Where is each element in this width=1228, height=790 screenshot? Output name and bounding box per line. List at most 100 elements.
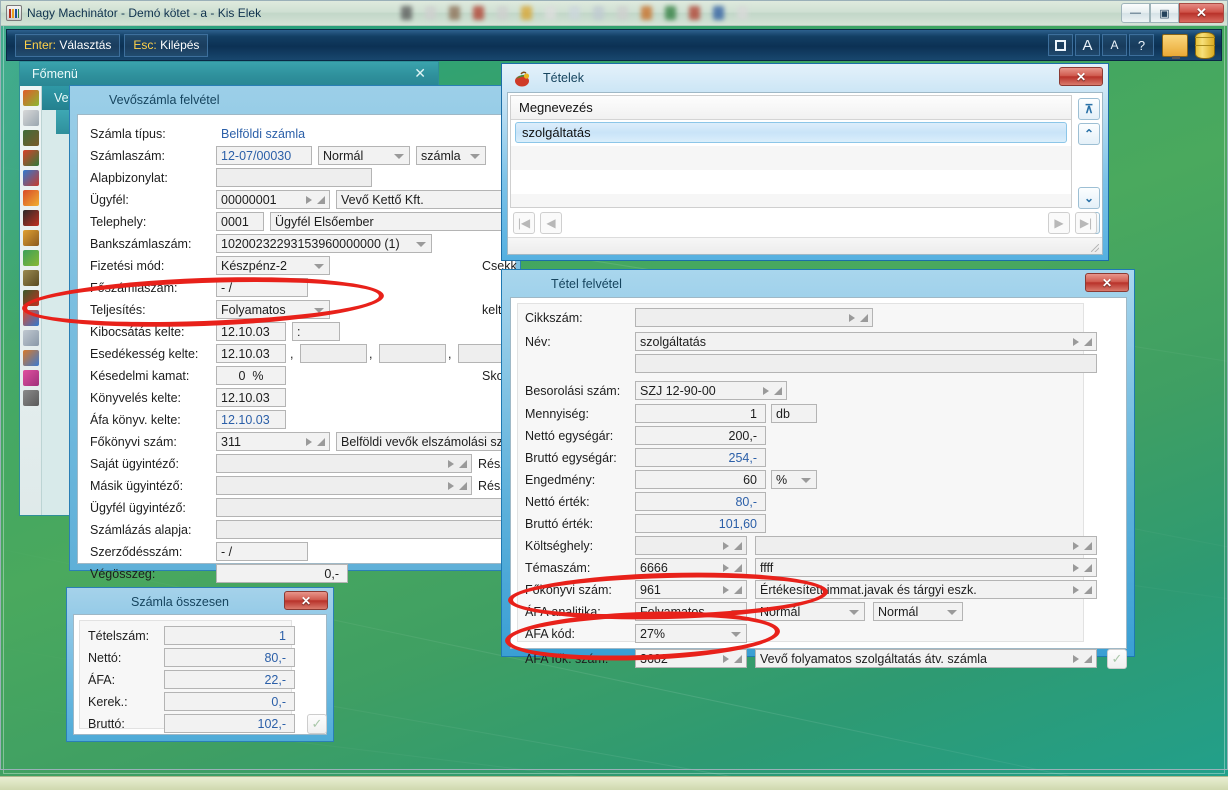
field-mennyiseg-egyseg[interactable]: db [771,404,817,423]
field-nev-second-line[interactable] [635,354,1097,373]
combo-afa-analitika-2[interactable]: Normál [755,602,865,621]
field-brutto[interactable]: 102,- [164,714,295,733]
maximize-button[interactable]: ▣ [1150,3,1179,23]
scroll-pagedown-button[interactable]: ⌄ [1078,187,1100,209]
field-koltseghely-kod[interactable] [635,536,747,555]
menu-icon[interactable] [23,390,39,406]
field-kesedelmi-kamat[interactable]: 0 % [216,366,286,385]
field-esedekesseg-3[interactable] [379,344,446,363]
field-foszamlaszam[interactable]: - / [216,278,308,297]
combo-szamlaszam-tipus[interactable]: Normál [318,146,410,165]
field-besorolasi-szam[interactable]: SZJ 12-90-00 [635,381,787,400]
field-ugyfel-nev[interactable]: Vevő Kettő Kft. [336,190,521,209]
field-afa-konyv-kelte[interactable]: 12.10.03 [216,410,286,429]
nav-last-button[interactable]: ▶| [1075,212,1097,234]
menu-icon[interactable] [23,130,39,146]
main-title-bar[interactable]: Nagy Machinátor - Demó kötet - a - Kis E… [1,1,1227,26]
tetelek-close-button[interactable]: ✕ [1059,67,1103,86]
combo-afa-kod[interactable]: 27% [635,624,747,643]
menu-icon[interactable] [23,330,39,346]
field-kibocsatas-ido[interactable]: : [292,322,340,341]
menu-icon[interactable] [23,210,39,226]
nav-first-button[interactable]: |◀ [513,212,535,234]
field-masik-ugyintezo[interactable] [216,476,472,495]
combo-afa-analitika-3[interactable]: Normál [873,602,963,621]
field-mennyiseg[interactable]: 1 [635,404,766,423]
field-nev[interactable]: szolgáltatás [635,332,1097,351]
help-button[interactable]: ? [1129,34,1154,56]
field-fokonyvi-szam[interactable]: 311 [216,432,330,451]
field-kerek[interactable]: 0,- [164,692,295,711]
field-szerzodesszam[interactable]: - / [216,542,308,561]
taskbar[interactable] [0,776,1228,790]
menu-icon[interactable] [23,270,39,286]
field-netto-ertek[interactable]: 80,- [635,492,766,511]
tetelfelvetel-close-button[interactable]: ✕ [1085,273,1129,292]
scroll-pageup-button[interactable]: ⌃ [1078,123,1100,145]
field-brutto-ertek[interactable]: 101,60 [635,514,766,533]
field-engedmeny[interactable]: 60 [635,470,766,489]
field-fokonyvi-szam-nev[interactable]: Értékesített immat.javak és tárgyi eszk. [755,580,1097,599]
osszesen-close-button[interactable]: ✕ [284,591,328,610]
fomenu-close-icon[interactable]: ✕ [414,65,426,82]
field-afa[interactable]: 22,- [164,670,295,689]
menu-icon[interactable] [23,170,39,186]
field-kibocsatas-kelte[interactable]: 12.10.03 [216,322,286,341]
menu-icon[interactable] [23,230,39,246]
font-small-button[interactable]: A [1102,34,1127,56]
field-vegosszeg[interactable]: 0,- [216,564,348,583]
menu-icon[interactable] [23,90,39,106]
nav-prev-button[interactable]: ◀ [540,212,562,234]
field-netto[interactable]: 80,- [164,648,295,667]
tetelfelvetel-ok-button[interactable]: ✓ [1107,649,1127,669]
field-ugyfel-ugyintezo[interactable] [216,498,521,517]
field-cikkszam[interactable] [635,308,873,327]
tetelek-title-bar[interactable]: Tételek [503,65,1107,91]
font-large-button[interactable]: A [1075,34,1100,56]
minimize-button[interactable]: — [1121,3,1150,23]
combo-afa-analitika[interactable]: Folyamatos [635,602,747,621]
osszesen-ok-button[interactable]: ✓ [307,714,327,734]
field-konyveles-kelte[interactable]: 12.10.03 [216,388,286,407]
field-ugyfel-kod[interactable]: 00000001 [216,190,330,209]
combo-bankszamlaszam[interactable]: 10200232293153960000000 (1) [216,234,432,253]
scroll-top-button[interactable]: ⊼ [1078,98,1100,120]
menu-icon[interactable] [23,150,39,166]
monitor-icon[interactable] [1162,34,1188,57]
field-koltseghely-nev[interactable] [755,536,1097,555]
combo-engedmeny-egyseg[interactable]: % [771,470,817,489]
field-alapbizonylat[interactable] [216,168,372,187]
field-afa-fok-szam-nev[interactable]: Vevő folyamatos szolgáltatás átv. számla [755,649,1097,668]
field-afa-fok-szam-kod[interactable]: 3682 [635,649,747,668]
combo-fizetesi-mod[interactable]: Készpénz-2 [216,256,330,275]
menu-icon[interactable] [23,190,39,206]
field-temaszam-nev[interactable]: ffff [755,558,1097,577]
database-icon[interactable] [1195,32,1215,59]
field-fokonyvi-szam-kod[interactable]: 961 [635,580,747,599]
table-row[interactable]: szolgáltatás [515,122,1067,143]
nav-next-button[interactable]: ▶ [1048,212,1070,234]
fomenu-title-bar[interactable]: Főmenü ✕ [20,62,438,86]
field-tetelszam[interactable]: 1 [164,626,295,645]
menu-icon[interactable] [23,310,39,326]
field-szamlazas-alapja[interactable] [216,520,521,539]
field-telephely-nev[interactable]: Ügyfél Elsőember [270,212,521,231]
vevoszamla-title-bar[interactable]: Vevőszámla felvétel [71,87,519,113]
close-button[interactable]: ✕ [1179,3,1224,23]
menu-icon[interactable] [23,250,39,266]
menu-icon[interactable] [23,290,39,306]
menu-esc-kilepes[interactable]: Esc: Kilépés [124,34,208,57]
combo-teljesites[interactable]: Folyamatos [216,300,330,319]
tetelfelvetel-title-bar[interactable]: Tétel felvétel [503,271,1133,297]
field-netto-egysegar[interactable]: 200,- [635,426,766,445]
menu-icon[interactable] [23,110,39,126]
field-brutto-egysegar[interactable]: 254,- [635,448,766,467]
square-button[interactable] [1048,34,1073,56]
field-esedekesseg-2[interactable] [300,344,367,363]
menu-icon[interactable] [23,370,39,386]
field-temaszam-kod[interactable]: 6666 [635,558,747,577]
menu-enter-valasztas[interactable]: Enter: Választás [15,34,120,57]
field-szamlaszam[interactable]: 12-07/00030 [216,146,312,165]
field-sajat-ugyintezo[interactable] [216,454,472,473]
field-telephely-kod[interactable]: 0001 [216,212,264,231]
